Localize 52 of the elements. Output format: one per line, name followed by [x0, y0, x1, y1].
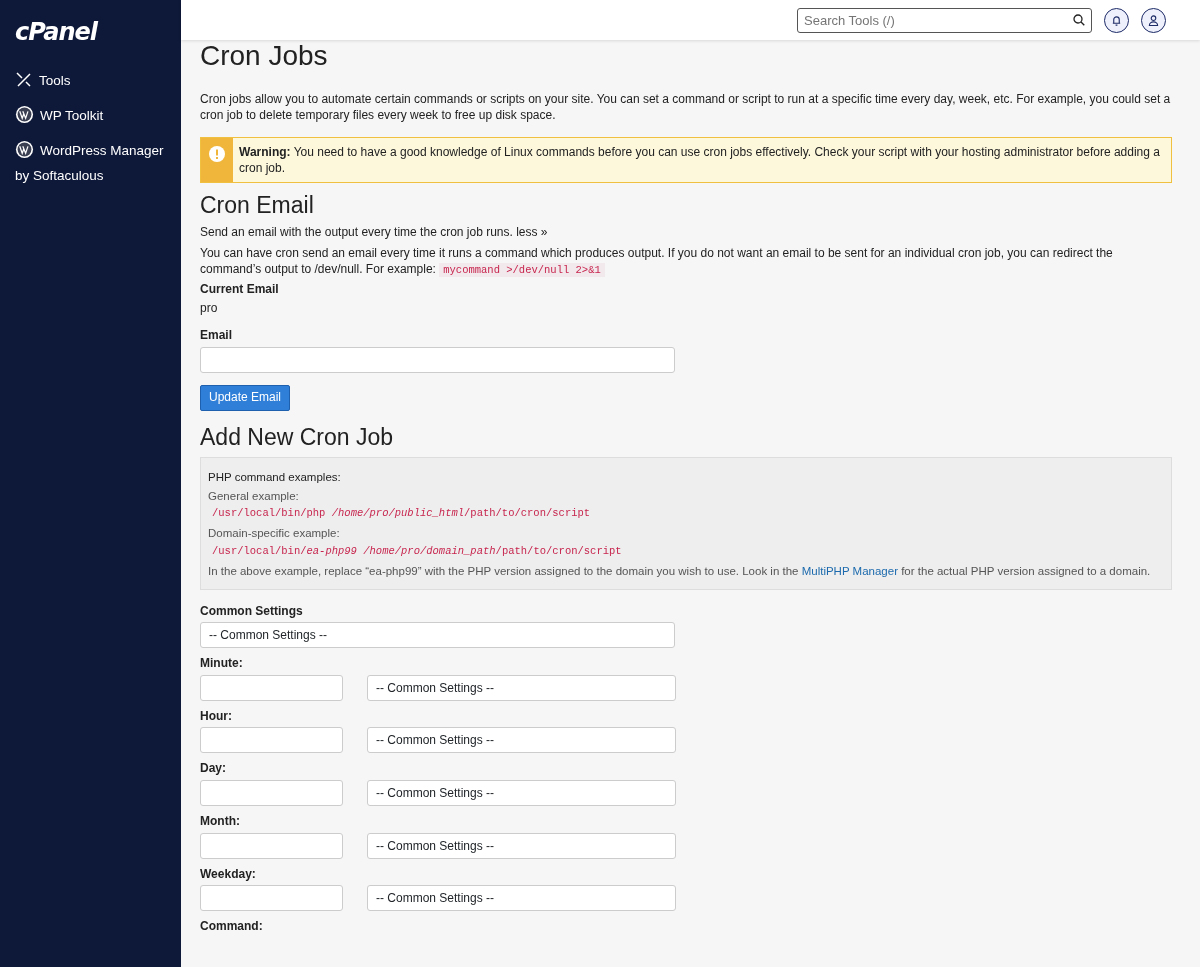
- intro-text: Cron jobs allow you to automate certain commands or scripts on your site. You can set a command or script to run at a specific time every day, week, etc. For example, you could set a cron job to delete temporary files every week to free up disk space.: [200, 92, 1172, 124]
- example-code: /usr/local/bin/ea-php99 /home/pro/domain_path/path/to/cron/script: [211, 544, 623, 560]
- field-label: Hour:: [200, 708, 233, 725]
- common-settings-dropdown[interactable]: -- Common Settings --: [367, 674, 676, 701]
- sidebar-item[interactable]: WP Toolkit: [15, 103, 166, 128]
- common-settings-dropdown[interactable]: -- Common Settings --: [200, 622, 675, 649]
- schedule-input[interactable]: [200, 780, 343, 806]
- common-settings-dropdown[interactable]: -- Common Settings --: [367, 727, 676, 754]
- field-label: Month:: [200, 814, 241, 830]
- code-snippet: mycommand >/dev/null 2>&1: [439, 262, 605, 277]
- schedule-input[interactable]: [200, 832, 343, 859]
- sidebar-item[interactable]: WordPress Manager by Softaculous: [15, 138, 166, 188]
- field-label: Current Email: [200, 282, 280, 298]
- example-label: General example:: [208, 488, 300, 504]
- summary-text: Send an email with the output every time the cron job runs. less »: [200, 225, 549, 241]
- example-code: /usr/local/bin/php /home/pro/public_html/path/to/cron/script: [211, 506, 592, 522]
- field-label: Common Settings: [200, 603, 304, 620]
- wordpress-logo-icon: [15, 105, 34, 124]
- examples-heading: PHP command examples:: [208, 469, 342, 485]
- page-title: Cron Jobs: [200, 40, 329, 72]
- tools-icon: [15, 71, 33, 89]
- exclamation-icon: [209, 146, 225, 163]
- schedule-input[interactable]: [200, 727, 343, 754]
- field-label: Command:: [200, 919, 264, 935]
- search-icon: [1073, 13, 1085, 26]
- field-label: Weekday:: [200, 866, 257, 883]
- schedule-input[interactable]: [200, 674, 343, 701]
- schedule-input[interactable]: [200, 885, 343, 912]
- sidebar-item[interactable]: Tools: [15, 68, 166, 93]
- cpanel-logo: cPanel: [15, 20, 98, 44]
- search-field[interactable]: Search Tools (/): [797, 7, 1092, 33]
- common-settings-dropdown[interactable]: -- Common Settings --: [367, 832, 676, 859]
- user-button[interactable]: [1141, 7, 1166, 33]
- multiphp-manager-link[interactable]: MultiPHP Manager: [801, 564, 898, 577]
- field-label: Day:: [200, 761, 227, 777]
- example-label: Domain-specific example:: [208, 526, 341, 542]
- common-settings-dropdown[interactable]: -- Common Settings --: [367, 885, 676, 912]
- email-input[interactable]: [200, 347, 675, 373]
- field-label: Email: [200, 328, 233, 344]
- note-text: In the above example, replace “ea-php99” with the PHP version assigned to the domain you wish to use. Look in the MultiPHP Manager for the actual PHP version assigned to a domain.: [208, 563, 1152, 579]
- common-settings-dropdown[interactable]: -- Common Settings --: [367, 780, 676, 806]
- field-label: Minute:: [200, 656, 244, 672]
- bell-icon: [1111, 14, 1122, 26]
- update-email-button[interactable]: Update Email: [200, 385, 291, 411]
- notifications-button[interactable]: [1104, 7, 1129, 33]
- wordpress-logo-icon: [15, 140, 34, 159]
- warning-text: Warning: You need to have a good knowledge of Linux commands before you can use cron jobs effectively. Check your script with your hosting administrator before adding a cron job.: [238, 144, 1161, 177]
- current-email-value: pro: [200, 300, 219, 317]
- section-title: Cron Email: [200, 191, 315, 220]
- details-text: You can have cron send an email every time it runs a command which produces output. If you do not want an email to be sent for an individual cron job, you can redirect the command’s output to /dev/null. For example: mycommand >/dev/null 2>&1: [200, 245, 1114, 278]
- user-icon: [1148, 14, 1159, 26]
- section-title: Add New Cron Job: [200, 422, 395, 451]
